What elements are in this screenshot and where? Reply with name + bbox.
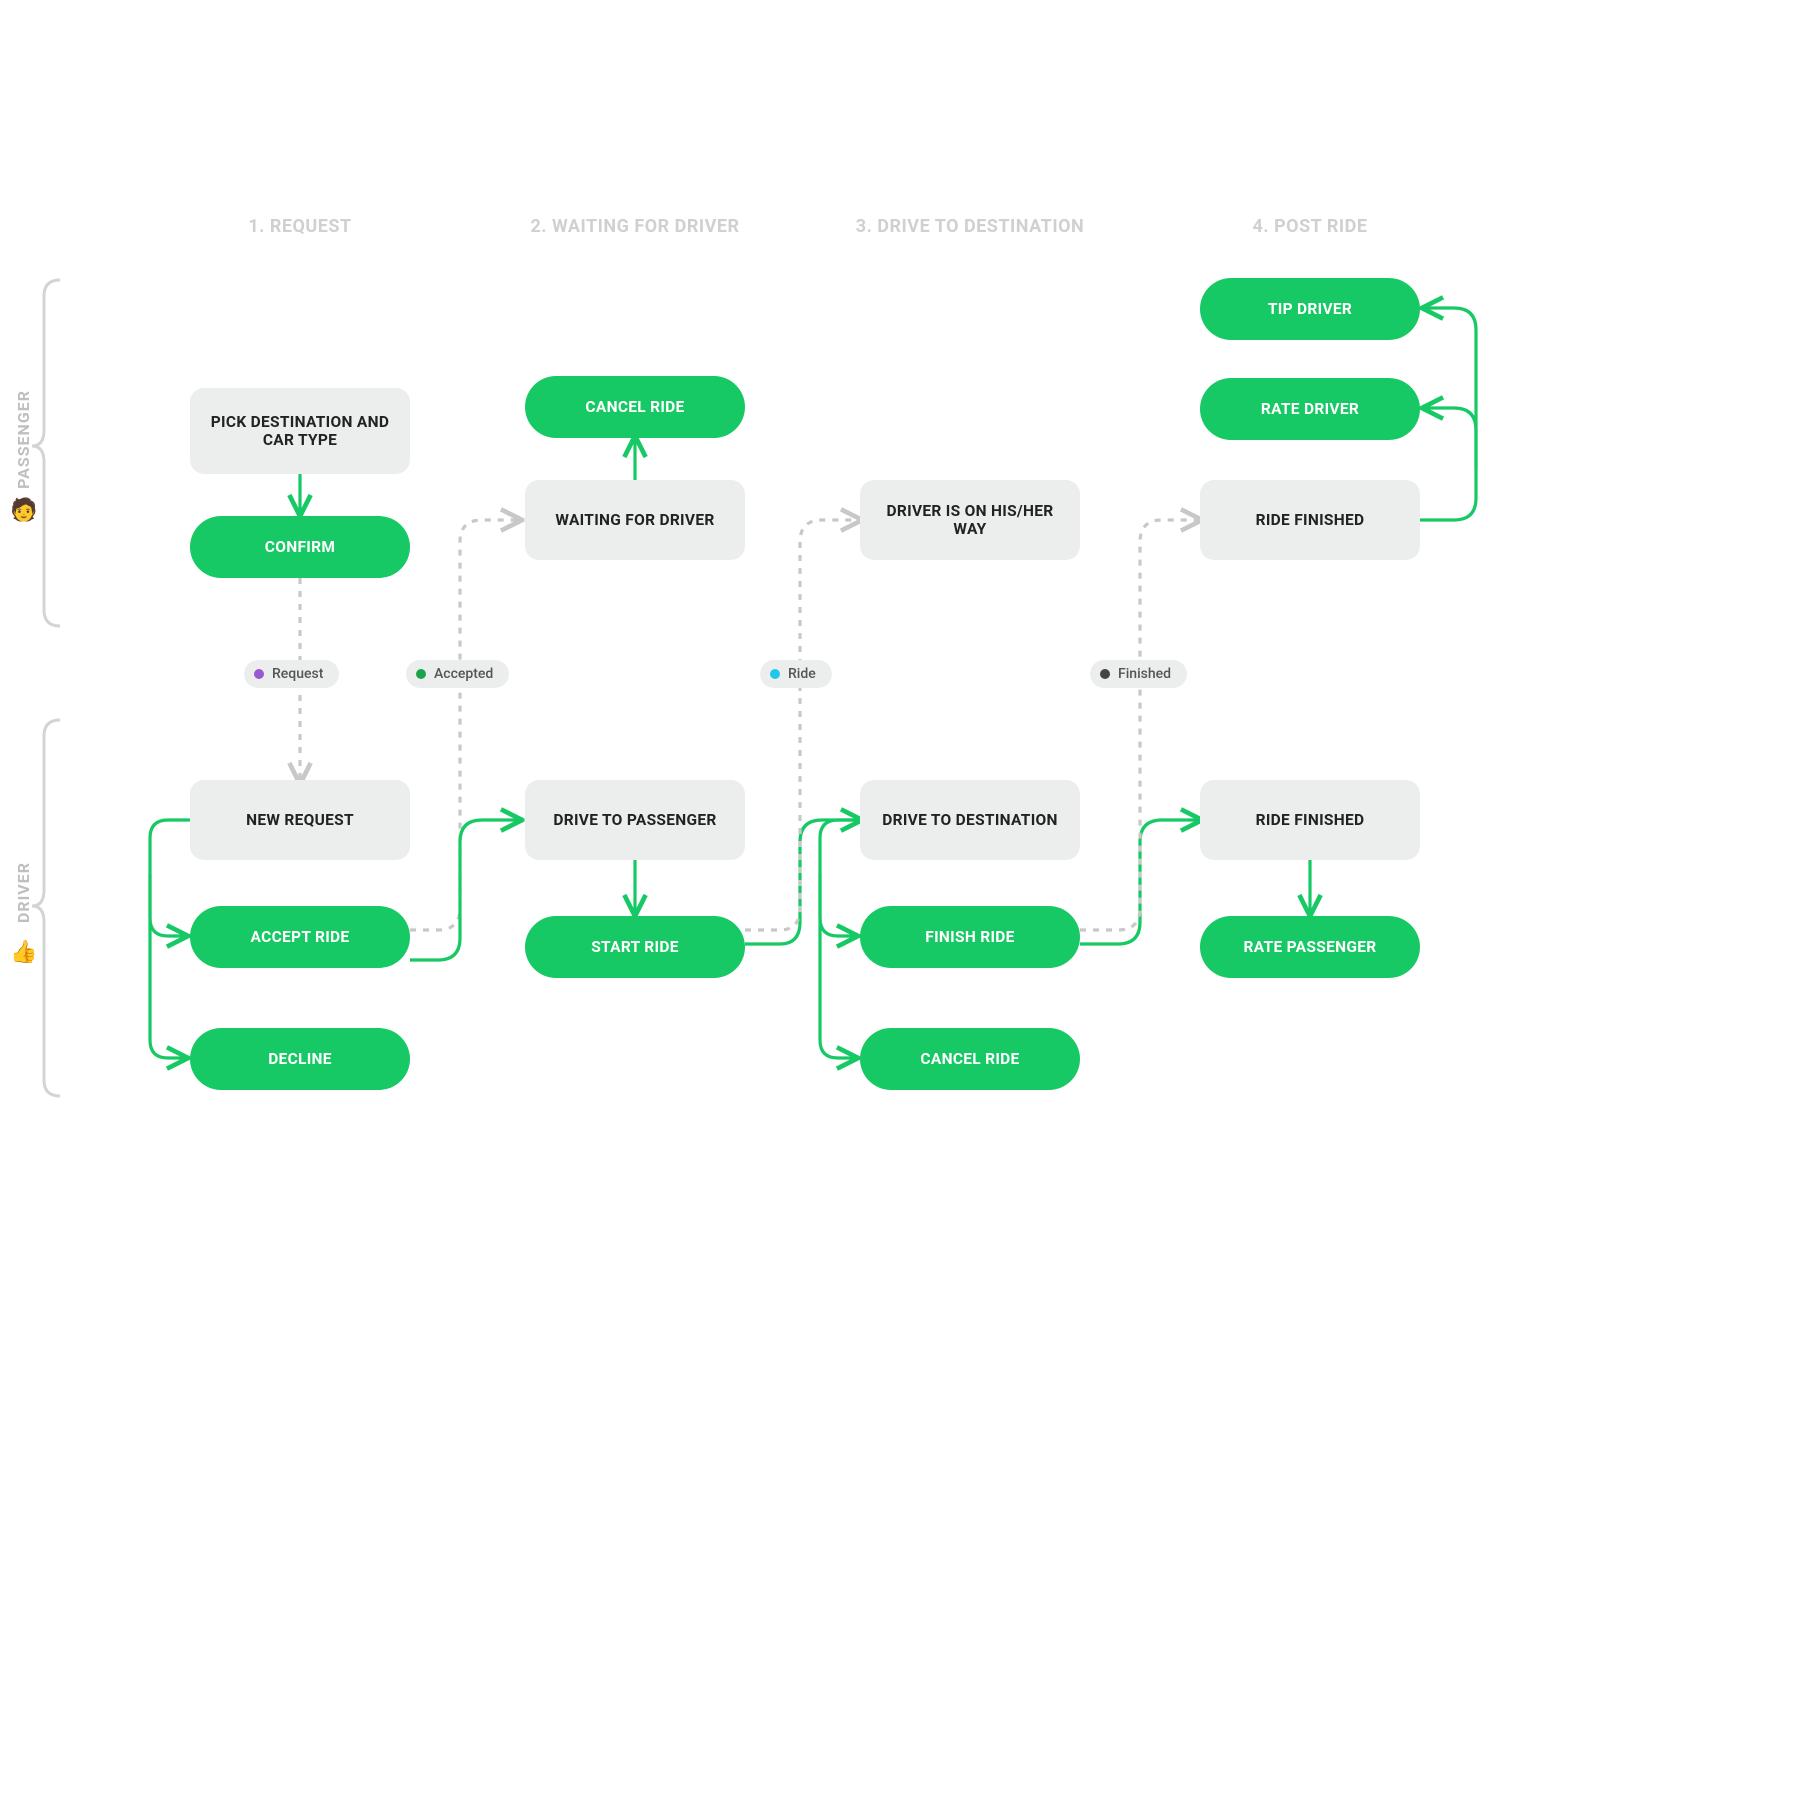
node-driver-on-way: DRIVER IS ON HIS/HER WAY bbox=[860, 480, 1080, 560]
node-drive-to-passenger: DRIVE TO PASSENGER bbox=[525, 780, 745, 860]
node-tip-driver: TIP DRIVER bbox=[1200, 278, 1420, 340]
dot-icon bbox=[770, 669, 780, 679]
node-confirm: CONFIRM bbox=[190, 516, 410, 578]
badge-label: Ride bbox=[788, 666, 816, 682]
lane-label-passenger: PASSENGER bbox=[14, 390, 33, 489]
badge-finished: Finished bbox=[1090, 660, 1187, 688]
node-cancel-ride-driver: CANCEL RIDE bbox=[860, 1028, 1080, 1090]
node-waiting-for-driver: WAITING FOR DRIVER bbox=[525, 480, 745, 560]
lane-label-driver: DRIVER bbox=[14, 862, 33, 923]
driver-icon: 👍 bbox=[10, 940, 37, 965]
badge-label: Request bbox=[272, 666, 323, 682]
node-finish-ride: FINISH RIDE bbox=[860, 906, 1080, 968]
node-rate-driver: RATE DRIVER bbox=[1200, 378, 1420, 440]
node-rate-passenger: RATE PASSENGER bbox=[1200, 916, 1420, 978]
dot-icon bbox=[254, 669, 264, 679]
lane-braces bbox=[0, 0, 1806, 1808]
badge-label: Finished bbox=[1118, 666, 1171, 682]
connectors bbox=[0, 0, 1806, 1808]
phase-2: 2. WAITING FOR DRIVER bbox=[530, 216, 739, 237]
badge-request: Request bbox=[244, 660, 339, 688]
dot-icon bbox=[416, 669, 426, 679]
node-decline: DECLINE bbox=[190, 1028, 410, 1090]
node-new-request: NEW REQUEST bbox=[190, 780, 410, 860]
phase-3: 3. DRIVE TO DESTINATION bbox=[856, 216, 1084, 237]
passenger-icon: 🧑 bbox=[10, 498, 37, 523]
phase-4: 4. POST RIDE bbox=[1253, 216, 1368, 237]
node-start-ride: START RIDE bbox=[525, 916, 745, 978]
node-accept-ride: ACCEPT RIDE bbox=[190, 906, 410, 968]
node-drive-to-destination: DRIVE TO DESTINATION bbox=[860, 780, 1080, 860]
badge-label: Accepted bbox=[434, 666, 493, 682]
badge-ride: Ride bbox=[760, 660, 832, 688]
node-cancel-ride-passenger: CANCEL RIDE bbox=[525, 376, 745, 438]
phase-1: 1. REQUEST bbox=[248, 216, 351, 237]
diagram-canvas: { "lanes": { "passenger": { "label": "PA… bbox=[0, 0, 1806, 1808]
node-ride-finished-passenger: RIDE FINISHED bbox=[1200, 480, 1420, 560]
node-ride-finished-driver: RIDE FINISHED bbox=[1200, 780, 1420, 860]
badge-accepted: Accepted bbox=[406, 660, 509, 688]
dot-icon bbox=[1100, 669, 1110, 679]
node-pick-destination: PICK DESTINATION AND CAR TYPE bbox=[190, 388, 410, 474]
